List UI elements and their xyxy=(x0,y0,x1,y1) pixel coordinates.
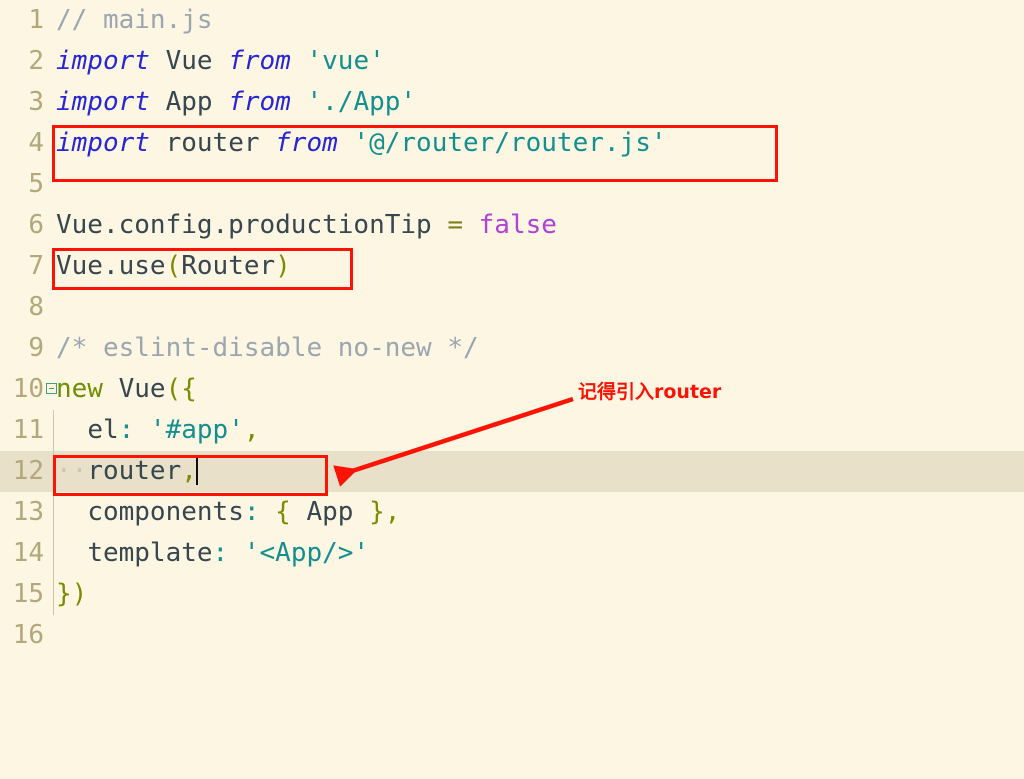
token-colon: : xyxy=(243,497,260,527)
code-line-11-text: el: '#app', xyxy=(56,410,260,451)
line-number-13: 13 xyxy=(12,497,44,527)
line-number-9: 9 xyxy=(28,333,44,363)
indent-guide xyxy=(53,492,54,533)
line-number-4: 4 xyxy=(28,128,44,158)
code-line-9-text: /* eslint-disable no-new */ xyxy=(56,328,479,369)
token-brace-open: { xyxy=(259,497,307,527)
token-identifier: App xyxy=(149,87,229,117)
token-keyword-import: import xyxy=(56,87,150,117)
code-line-16[interactable]: 16 xyxy=(0,615,1024,656)
token-operator: = xyxy=(447,210,463,240)
code-line-4[interactable]: 4 import router from '@/router/router.js… xyxy=(0,123,1024,164)
code-line-3-text: import App from './App' xyxy=(56,82,416,123)
token-property: template xyxy=(87,538,213,568)
code-line-1-text: // main.js xyxy=(56,0,213,41)
token-string: '#app' xyxy=(134,415,244,445)
indent-guide xyxy=(53,533,54,574)
line-number-8: 8 xyxy=(28,292,44,322)
line-number-15: 15 xyxy=(12,579,44,609)
code-line-1[interactable]: 1 // main.js xyxy=(0,0,1024,41)
token-keyword-import: import xyxy=(56,46,150,76)
code-line-7-text: Vue.use(Router) xyxy=(56,246,291,287)
indent-guide xyxy=(53,574,54,615)
line-number-14: 14 xyxy=(12,538,44,568)
line-number-5: 5 xyxy=(28,169,44,199)
token-paren-open: ( xyxy=(165,251,182,281)
line-number-6: 6 xyxy=(28,210,44,240)
code-line-14[interactable]: 14 template: '<App/>' xyxy=(0,533,1024,574)
code-line-9[interactable]: 9 /* eslint-disable no-new */ xyxy=(0,328,1024,369)
annotation-label: 记得引入router xyxy=(578,381,722,403)
token-property: components xyxy=(87,497,244,527)
token-brace-close: } xyxy=(353,497,385,527)
code-editor-canvas: 1 // main.js 2 import Vue from 'vue' 3 i… xyxy=(0,0,1024,671)
token-paren-close: ) xyxy=(275,251,291,281)
code-lines: 1 // main.js 2 import Vue from 'vue' 3 i… xyxy=(0,0,1024,656)
code-line-12-text: ··router, xyxy=(56,451,198,492)
token-identifier: Vue xyxy=(102,374,166,404)
line-number-11: 11 xyxy=(12,415,44,445)
code-line-10[interactable]: 10 new Vue({ xyxy=(0,369,1024,410)
token-comment: /* eslint-disable no-new */ xyxy=(56,333,479,363)
token-brace-open: ({ xyxy=(165,374,197,404)
code-line-8[interactable]: 8 xyxy=(0,287,1024,328)
token-identifier: Vue.config.productionTip xyxy=(56,210,448,240)
token-identifier: router xyxy=(149,128,276,158)
code-line-15[interactable]: 15 }) xyxy=(0,574,1024,615)
token-argument: Router xyxy=(181,251,276,281)
code-line-13-text: components: { App }, xyxy=(56,492,400,533)
token-string: '@/router/router.js' xyxy=(337,128,667,158)
token-argument: App xyxy=(306,497,354,527)
line-number-2: 2 xyxy=(28,46,44,76)
code-line-6-text: Vue.config.productionTip = false xyxy=(56,205,557,246)
token-colon: : xyxy=(118,415,135,445)
text-caret xyxy=(195,455,198,485)
code-line-12[interactable]: 12 ··router, xyxy=(0,451,1024,492)
token-colon: : xyxy=(212,538,229,568)
indent-guide xyxy=(53,451,54,492)
token-keyword-import: import xyxy=(56,128,150,158)
token-constant-false: false xyxy=(463,210,557,240)
token-string: '<App/>' xyxy=(228,538,370,568)
token-comma: , xyxy=(243,415,260,445)
token-identifier: Vue xyxy=(149,46,229,76)
code-line-2[interactable]: 2 import Vue from 'vue' xyxy=(0,41,1024,82)
line-number-3: 3 xyxy=(28,87,44,117)
code-line-15-text: }) xyxy=(56,574,87,615)
token-property: el xyxy=(87,415,119,445)
line-number-16: 16 xyxy=(12,620,44,650)
token-comma: , xyxy=(181,456,197,486)
code-line-4-text: import router from '@/router/router.js' xyxy=(56,123,667,164)
code-line-6[interactable]: 6 Vue.config.productionTip = false xyxy=(0,205,1024,246)
token-comma: , xyxy=(384,497,401,527)
token-keyword-new: new xyxy=(56,374,103,404)
code-line-13[interactable]: 13 components: { App }, xyxy=(0,492,1024,533)
token-closing-braces: }) xyxy=(56,579,88,609)
whitespace-dots: ·· xyxy=(56,456,88,486)
token-identifier: Vue.use xyxy=(56,251,166,281)
token-keyword-from: from xyxy=(228,87,291,117)
line-number-7: 7 xyxy=(28,251,44,281)
token-string: './App' xyxy=(290,87,417,117)
token-comment: // main.js xyxy=(56,5,213,35)
token-keyword-from: from xyxy=(275,128,338,158)
indent-guide xyxy=(53,410,54,451)
line-number-12: 12 xyxy=(12,456,44,486)
line-number-10: 10 xyxy=(12,374,44,404)
token-string: 'vue' xyxy=(290,46,385,76)
token-keyword-from: from xyxy=(228,46,291,76)
code-line-3[interactable]: 3 import App from './App' xyxy=(0,82,1024,123)
code-line-5[interactable]: 5 xyxy=(0,164,1024,205)
code-line-10-text: new Vue({ xyxy=(56,369,197,410)
code-line-7[interactable]: 7 Vue.use(Router) xyxy=(0,246,1024,287)
line-number-1: 1 xyxy=(28,5,44,35)
code-line-11[interactable]: 11 el: '#app', xyxy=(0,410,1024,451)
code-line-14-text: template: '<App/>' xyxy=(56,533,369,574)
code-line-2-text: import Vue from 'vue' xyxy=(56,41,385,82)
token-property-router: router xyxy=(87,456,182,486)
